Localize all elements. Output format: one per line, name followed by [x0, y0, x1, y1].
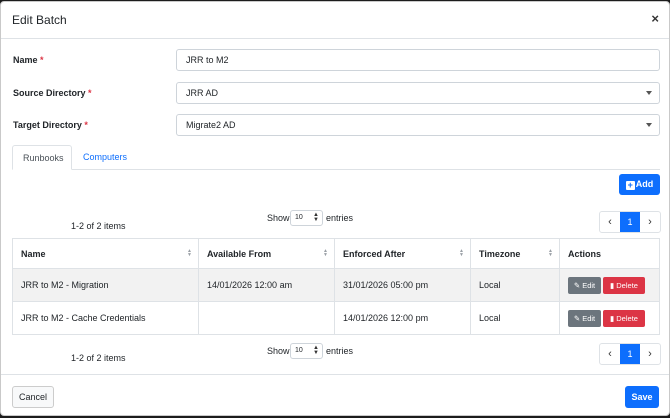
edit-button[interactable]: ✎ Edit	[568, 309, 601, 327]
show-label-bottom: Show	[267, 346, 290, 356]
tab-runbooks[interactable]: Runbooks	[12, 145, 72, 170]
show-label-top: Show	[267, 213, 290, 223]
sort-icon: ▲ ▼	[323, 248, 328, 258]
sort-icon: ▲ ▼	[459, 248, 464, 258]
column-label: Timezone	[479, 248, 521, 259]
source-directory-select[interactable]: JRR AD	[176, 82, 660, 104]
column-header-available-from[interactable]: Available From ▲ ▼	[198, 238, 335, 269]
source-directory-value: JRR AD	[186, 88, 219, 98]
target-label-text: Target Directory	[13, 120, 82, 130]
table-row: JRR to M2 - Cache Credentials 14/01/2026…	[12, 301, 660, 335]
column-label: Name	[21, 248, 46, 259]
tab-computers[interactable]: Computers	[73, 145, 137, 170]
add-button-label: Add	[635, 179, 654, 189]
trash-icon: ▮	[610, 313, 615, 323]
dialog-header: Edit Batch ×	[1, 2, 669, 39]
required-mark: *	[84, 120, 88, 130]
column-label: Available From	[207, 248, 272, 259]
name-label: Name *	[13, 55, 44, 65]
entries-label-top: entries	[326, 213, 354, 223]
delete-button[interactable]: ▮ Delete	[603, 276, 645, 294]
cell-actions: ✎ Edit ▮ Delete	[559, 301, 660, 335]
entries-select-bottom[interactable]: 10 ▲ ▼	[290, 343, 323, 359]
edit-label: Edit	[582, 280, 596, 290]
column-header-enforced-after[interactable]: Enforced After ▲ ▼	[334, 238, 471, 269]
next-page-button[interactable]: ›	[640, 344, 660, 364]
required-mark: *	[88, 88, 92, 98]
next-page-button[interactable]: ›	[640, 212, 660, 232]
updown-icon: ▲ ▼	[313, 212, 319, 223]
delete-button[interactable]: ▮ Delete	[603, 309, 645, 327]
target-directory-value: Migrate2 AD	[186, 120, 236, 130]
sort-icon: ▲ ▼	[548, 248, 553, 258]
runbooks-table: Name ▲ ▼ Available From ▲ ▼ Enforced After ▲ ▼…	[12, 238, 660, 335]
entries-value: 10	[295, 214, 303, 221]
source-label-text: Source Directory	[13, 88, 86, 98]
pencil-icon: ✎	[573, 313, 581, 323]
column-header-actions: Actions	[559, 238, 660, 269]
prev-page-button[interactable]: ‹	[600, 212, 620, 232]
pencil-icon: ✎	[573, 280, 581, 290]
entries-select-top[interactable]: 10 ▲ ▼	[290, 210, 323, 226]
trash-icon: ▮	[610, 280, 615, 290]
footer-divider	[1, 374, 669, 375]
cell-name: JRR to M2 - Cache Credentials	[12, 301, 199, 335]
cell-timezone: Local	[470, 268, 560, 302]
column-header-name[interactable]: Name ▲ ▼	[12, 238, 199, 269]
delete-label: Delete	[616, 313, 638, 323]
delete-label: Delete	[616, 280, 638, 290]
sort-icon: ▲ ▼	[187, 248, 192, 258]
column-label: Enforced After	[343, 248, 406, 259]
cell-enforced-after: 14/01/2026 12:00 pm	[334, 301, 471, 335]
source-directory-label: Source Directory *	[13, 88, 92, 98]
cell-name: JRR to M2 - Migration	[12, 268, 199, 302]
name-label-text: Name	[13, 55, 38, 65]
entries-value: 10	[295, 347, 303, 354]
pagination-bottom: ‹ 1 ›	[599, 343, 661, 365]
dialog-title: Edit Batch	[12, 13, 67, 27]
target-directory-label: Target Directory *	[13, 120, 88, 130]
prev-page-button[interactable]: ‹	[600, 344, 620, 364]
cancel-button[interactable]: Cancel	[12, 386, 54, 408]
chevron-down-icon	[646, 123, 652, 127]
cell-timezone: Local	[470, 301, 560, 335]
page-1-button[interactable]: 1	[620, 344, 640, 364]
cell-available-from	[198, 301, 335, 335]
items-count-bottom: 1-2 of 2 items	[71, 353, 126, 363]
save-button[interactable]: Save	[625, 386, 659, 408]
required-mark: *	[40, 55, 44, 65]
updown-icon: ▲ ▼	[313, 345, 319, 356]
table-row: JRR to M2 - Migration 14/01/2026 12:00 a…	[12, 268, 660, 302]
edit-batch-dialog: Edit Batch × Name * JRR to M2 Source Dir…	[0, 1, 670, 416]
edit-label: Edit	[582, 313, 596, 323]
cell-available-from: 14/01/2026 12:00 am	[198, 268, 335, 302]
plus-square-icon: +	[625, 180, 635, 190]
edit-button[interactable]: ✎ Edit	[568, 276, 601, 294]
pagination-top: ‹ 1 ›	[599, 211, 661, 233]
add-button[interactable]: + Add	[619, 174, 660, 195]
chevron-down-icon	[646, 91, 652, 95]
page-1-button[interactable]: 1	[620, 212, 640, 232]
cell-enforced-after: 31/01/2026 05:00 pm	[334, 268, 471, 302]
name-input[interactable]: JRR to M2	[176, 49, 660, 71]
close-icon[interactable]: ×	[651, 11, 659, 26]
column-header-timezone[interactable]: Timezone ▲ ▼	[470, 238, 560, 269]
target-directory-select[interactable]: Migrate2 AD	[176, 114, 660, 136]
cell-actions: ✎ Edit ▮ Delete	[559, 268, 660, 302]
table-header-row: Name ▲ ▼ Available From ▲ ▼ Enforced After ▲ ▼…	[12, 238, 660, 269]
items-count-top: 1-2 of 2 items	[71, 221, 126, 231]
entries-label-bottom: entries	[326, 346, 354, 356]
